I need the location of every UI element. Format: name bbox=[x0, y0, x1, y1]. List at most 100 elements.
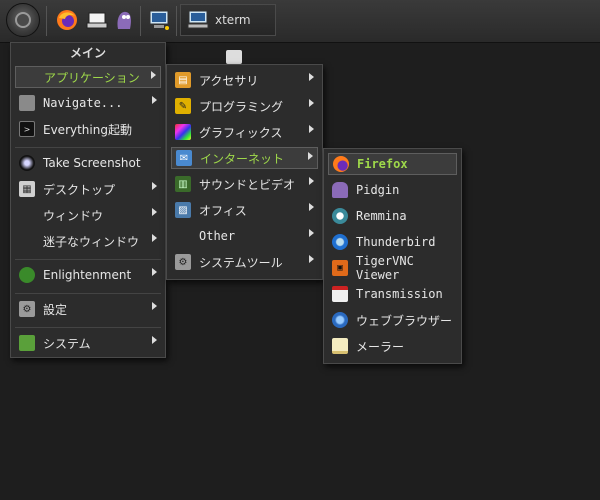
menu-item-label: アプリケーション bbox=[44, 70, 140, 85]
submenu-arrow-icon bbox=[309, 99, 314, 107]
menu-item-label: メーラー bbox=[356, 339, 405, 354]
terminal-icon: > bbox=[19, 121, 35, 137]
shelf-separator bbox=[140, 6, 141, 36]
menu-item-label: デスクトップ bbox=[43, 182, 116, 197]
internet-submenu: Firefox Pidgin Remmina Thunderbird ▣ Tig… bbox=[323, 148, 462, 364]
desktop-file-icon[interactable] bbox=[226, 50, 242, 64]
menu-item-label: Thunderbird bbox=[356, 235, 436, 249]
menu-item-label: 設定 bbox=[43, 302, 68, 317]
applications-submenu: ▤ アクセサリ ✎ プログラミング グラフィックス ✉ インターネット ▥ サウ… bbox=[166, 64, 323, 280]
menu-item-everything[interactable]: > Everything起動 bbox=[15, 118, 161, 140]
taskbar-window-title: xterm bbox=[215, 13, 251, 27]
menu-divider bbox=[15, 259, 161, 260]
main-menu: メイン アプリケーション Navigate... > Everything起動 … bbox=[10, 42, 166, 358]
computer-icon bbox=[149, 10, 169, 30]
menu-item-label: 迷子なウィンドウ bbox=[43, 234, 140, 249]
menu-item-internet[interactable]: ✉ インターネット bbox=[171, 147, 318, 169]
submenu-arrow-icon bbox=[309, 203, 314, 211]
submenu-arrow-icon bbox=[309, 255, 314, 263]
menu-item-system-tools[interactable]: ⚙ システムツール bbox=[171, 251, 318, 273]
drive-launcher[interactable] bbox=[84, 5, 110, 35]
start-menu-button[interactable] bbox=[6, 3, 40, 37]
submenu-arrow-icon bbox=[152, 302, 157, 310]
shelf-separator bbox=[46, 6, 47, 36]
menu-item-label: インターネット bbox=[200, 151, 285, 166]
menu-item-label: Pidgin bbox=[356, 183, 400, 197]
firefox-icon bbox=[57, 10, 77, 30]
menu-item-tigervnc[interactable]: ▣ TigerVNC Viewer bbox=[328, 254, 457, 282]
shelf-separator bbox=[176, 6, 177, 36]
menu-item-system[interactable]: システム bbox=[15, 332, 161, 354]
internet-icon: ✉ bbox=[176, 150, 192, 166]
menu-item-remmina[interactable]: Remmina bbox=[328, 205, 457, 227]
tigervnc-icon: ▣ bbox=[332, 260, 348, 276]
menu-item-lost-windows[interactable]: 迷子なウィンドウ bbox=[15, 230, 161, 252]
system-icon bbox=[19, 335, 35, 351]
desktop-icon: ▦ bbox=[19, 181, 35, 197]
system-tools-icon: ⚙ bbox=[175, 254, 191, 270]
remmina-icon bbox=[332, 208, 348, 224]
menu-item-web-browser[interactable]: ウェブブラウザー bbox=[328, 309, 457, 331]
menu-item-sound-video[interactable]: ▥ サウンドとビデオ bbox=[171, 173, 318, 195]
menu-item-thunderbird[interactable]: Thunderbird bbox=[328, 231, 457, 253]
submenu-arrow-icon bbox=[309, 229, 314, 237]
office-icon: ▨ bbox=[175, 202, 191, 218]
menu-item-transmission[interactable]: Transmission bbox=[328, 283, 457, 305]
menu-item-label: グラフィックス bbox=[199, 125, 283, 140]
menu-item-label: ウィンドウ bbox=[43, 208, 104, 223]
menu-item-label: オフィス bbox=[199, 203, 247, 218]
submenu-arrow-icon bbox=[152, 234, 157, 242]
programming-icon: ✎ bbox=[175, 98, 191, 114]
menu-item-firefox[interactable]: Firefox bbox=[328, 153, 457, 175]
submenu-arrow-icon bbox=[151, 71, 156, 79]
menu-item-pidgin[interactable]: Pidgin bbox=[328, 179, 457, 201]
xterm-icon bbox=[187, 10, 209, 29]
firefox-icon bbox=[333, 156, 349, 172]
menu-item-settings[interactable]: ⚙ 設定 bbox=[15, 298, 161, 320]
pidgin-icon bbox=[117, 11, 131, 29]
multimedia-icon: ▥ bbox=[175, 176, 191, 192]
menu-item-label: Transmission bbox=[356, 287, 443, 301]
menu-divider bbox=[15, 147, 161, 148]
transmission-icon bbox=[332, 286, 348, 302]
menu-item-mailer[interactable]: メーラー bbox=[328, 335, 457, 357]
menu-divider bbox=[15, 293, 161, 294]
accessories-icon: ▤ bbox=[175, 72, 191, 88]
menu-item-programming[interactable]: ✎ プログラミング bbox=[171, 95, 318, 117]
submenu-arrow-icon bbox=[308, 152, 313, 160]
menu-item-graphics[interactable]: グラフィックス bbox=[171, 121, 318, 143]
menu-item-applications[interactable]: アプリケーション bbox=[15, 66, 161, 88]
submenu-arrow-icon bbox=[152, 182, 157, 190]
menu-item-desktop[interactable]: ▦ デスクトップ bbox=[15, 178, 161, 200]
menu-item-take-screenshot[interactable]: Take Screenshot bbox=[15, 152, 161, 174]
submenu-arrow-icon bbox=[309, 73, 314, 81]
menu-item-navigate[interactable]: Navigate... bbox=[15, 92, 161, 114]
menu-item-label: Everything起動 bbox=[43, 122, 132, 137]
menu-item-label: システム bbox=[43, 336, 91, 351]
submenu-arrow-icon bbox=[152, 336, 157, 344]
menu-item-label: Remmina bbox=[356, 209, 407, 223]
menu-item-enlightenment[interactable]: Enlightenment bbox=[15, 264, 161, 286]
graphics-icon bbox=[175, 124, 191, 140]
camera-icon bbox=[19, 155, 35, 171]
menu-item-label: Take Screenshot bbox=[43, 156, 141, 170]
folder-icon bbox=[19, 95, 35, 111]
menu-item-office[interactable]: ▨ オフィス bbox=[171, 199, 318, 221]
enlightenment-icon bbox=[19, 267, 35, 283]
computer-launcher[interactable] bbox=[146, 5, 172, 35]
top-shelf: xterm bbox=[0, 0, 600, 43]
menu-item-label: Enlightenment bbox=[43, 268, 132, 282]
firefox-launcher[interactable] bbox=[54, 5, 80, 35]
taskbar-window-xterm[interactable]: xterm bbox=[180, 4, 276, 36]
main-menu-title: メイン bbox=[69, 46, 106, 60]
pidgin-icon bbox=[332, 182, 348, 198]
menu-item-label: サウンドとビデオ bbox=[199, 177, 296, 192]
submenu-arrow-icon bbox=[309, 125, 314, 133]
menu-item-windows[interactable]: ウィンドウ bbox=[15, 204, 161, 226]
mail-icon bbox=[332, 338, 348, 354]
submenu-arrow-icon bbox=[152, 268, 157, 276]
menu-divider bbox=[15, 327, 161, 328]
menu-item-other[interactable]: Other bbox=[171, 225, 318, 247]
menu-item-accessories[interactable]: ▤ アクセサリ bbox=[171, 69, 318, 91]
pidgin-launcher[interactable] bbox=[112, 5, 136, 35]
